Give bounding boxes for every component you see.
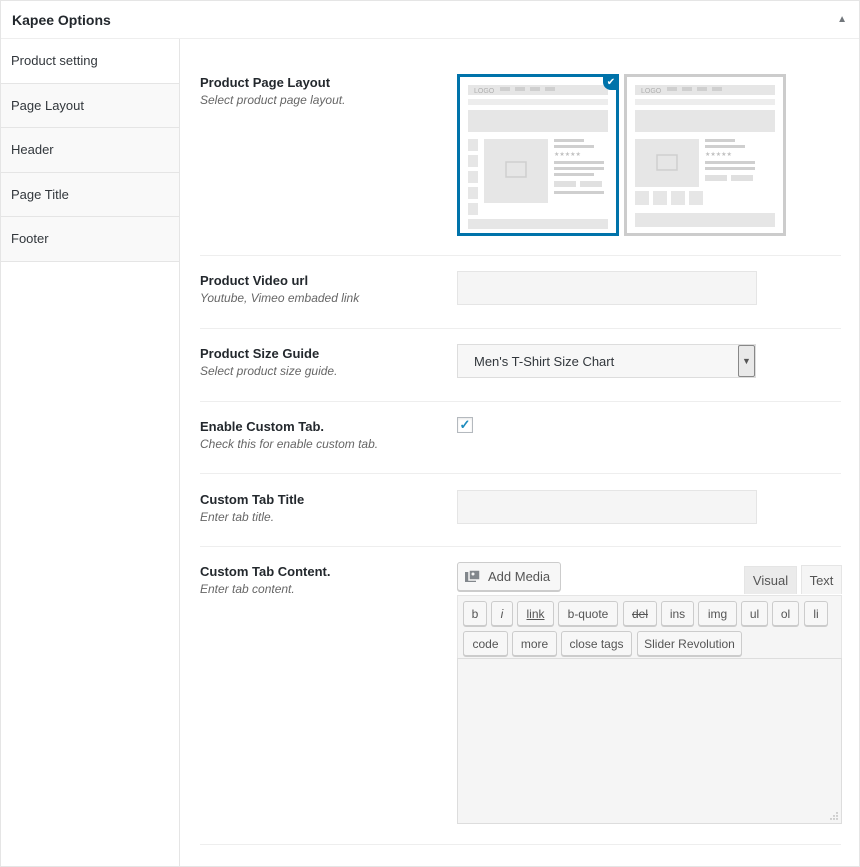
field-label: Product Size Guide: [200, 346, 320, 361]
sidebar-item-page-title[interactable]: Page Title: [1, 172, 179, 217]
add-media-label: Add Media: [488, 569, 551, 584]
qt-code-button[interactable]: code: [463, 631, 508, 656]
sidebar-item-label: Footer: [11, 231, 49, 247]
triangle-up-icon[interactable]: ▲: [837, 14, 847, 25]
field-label-group: Custom Tab Title Enter tab title.: [200, 492, 304, 524]
field-label: Product Video url: [200, 273, 309, 288]
layout-option-2[interactable]: LOGO ★★★★★: [624, 74, 786, 236]
tab-title-input[interactable]: [457, 490, 757, 524]
qt-more-button[interactable]: more: [512, 631, 557, 656]
enable-custom-tab-checkbox[interactable]: ✓: [457, 417, 473, 433]
field-row-tab-title: Custom Tab Title Enter tab title.: [200, 474, 841, 547]
field-row-size-guide: Product Size Guide Select product size g…: [200, 329, 841, 402]
size-guide-select[interactable]: Men's T-Shirt Size Chart ▼: [457, 344, 756, 378]
options-content: Product Page Layout Select product page …: [200, 39, 842, 845]
tab-content-editor: Add Media Visual Text b i link b-quote d…: [457, 562, 842, 832]
svg-text:★★★★★: ★★★★★: [705, 151, 732, 158]
checkmark-icon: ✔: [603, 74, 619, 90]
tab-visual[interactable]: Visual: [744, 566, 797, 594]
field-description: Youtube, Vimeo embaded link: [200, 291, 360, 305]
qt-bold-button[interactable]: b: [463, 601, 487, 626]
qt-italic-button[interactable]: i: [491, 601, 513, 626]
checkmark-icon: ✓: [459, 417, 471, 432]
metabox-title: Kapee Options: [12, 11, 111, 28]
sidebar-item-footer[interactable]: Footer: [1, 217, 179, 262]
qt-li-button[interactable]: li: [804, 601, 828, 626]
chevron-down-icon[interactable]: ▼: [738, 345, 755, 377]
qt-close-tags-button[interactable]: close tags: [561, 631, 632, 656]
field-label: Enable Custom Tab.: [200, 419, 324, 434]
field-row-custom-tab: Enable Custom Tab. Check this for enable…: [200, 402, 841, 474]
field-row-layout: Product Page Layout Select product page …: [200, 39, 841, 256]
qt-del-button[interactable]: del: [623, 601, 657, 626]
field-description: Select product page layout.: [200, 93, 346, 107]
field-label: Custom Tab Content.: [200, 564, 331, 579]
field-description: Enter tab title.: [200, 510, 275, 524]
field-row-video: Product Video url Youtube, Vimeo embaded…: [200, 256, 841, 329]
sidebar-item-label: Page Layout: [11, 97, 85, 113]
field-label-group: Custom Tab Content. Enter tab content.: [200, 564, 330, 596]
field-description: Check this for enable custom tab.: [200, 437, 379, 451]
qt-ol-button[interactable]: ol: [772, 601, 799, 626]
layout-thumbnail-2: LOGO ★★★★★: [635, 85, 775, 227]
field-label: Product Page Layout: [200, 75, 331, 90]
qt-slider-revolution-button[interactable]: Slider Revolution: [637, 631, 742, 656]
field-row-tab-content: Custom Tab Content. Enter tab content. A…: [200, 547, 842, 845]
sidebar-item-product-setting[interactable]: Product setting: [1, 39, 179, 84]
qt-link-button[interactable]: link: [517, 601, 554, 626]
sidebar-item-label: Page Title: [11, 186, 69, 202]
options-sidebar: Product setting Page Layout Header Page …: [1, 39, 180, 866]
media-icon: [464, 568, 482, 585]
logo-text: LOGO: [641, 88, 662, 95]
resize-grip-icon[interactable]: [830, 812, 838, 820]
kapee-options-metabox: Kapee Options ▲ Product setting Page Lay…: [0, 0, 860, 867]
add-media-button[interactable]: Add Media: [457, 562, 561, 591]
field-label-group: Product Video url Youtube, Vimeo embaded…: [200, 273, 359, 305]
sidebar-item-page-layout[interactable]: Page Layout: [1, 83, 179, 128]
video-url-input[interactable]: [457, 271, 757, 305]
qt-ul-button[interactable]: ul: [741, 601, 768, 626]
tab-content-textarea[interactable]: [457, 658, 842, 824]
field-description: Enter tab content.: [200, 582, 295, 596]
field-label-group: Product Page Layout Select product page …: [200, 75, 345, 107]
qt-img-button[interactable]: img: [698, 601, 737, 626]
field-label-group: Enable Custom Tab. Check this for enable…: [200, 419, 378, 451]
field-label-group: Product Size Guide Select product size g…: [200, 346, 337, 378]
size-guide-selected-value: Men's T-Shirt Size Chart: [474, 353, 615, 369]
svg-text:★★★★★: ★★★★★: [554, 151, 581, 158]
sidebar-item-label: Header: [11, 142, 54, 158]
qt-ins-button[interactable]: ins: [661, 601, 694, 626]
layout-option-1[interactable]: LOGO ★★★★★ ✔: [457, 74, 619, 236]
sidebar-item-label: Product setting: [11, 53, 98, 69]
logo-text: LOGO: [474, 88, 495, 95]
field-label: Custom Tab Title: [200, 492, 305, 507]
qt-bquote-button[interactable]: b-quote: [558, 601, 618, 626]
field-description: Select product size guide.: [200, 364, 338, 378]
metabox-header[interactable]: Kapee Options ▲: [1, 1, 859, 39]
quicktags-toolbar: b i link b-quote del ins img ul ol li co…: [457, 595, 842, 658]
layout-thumbnail-1: LOGO ★★★★★: [468, 85, 608, 229]
tab-text[interactable]: Text: [801, 565, 842, 594]
sidebar-item-header[interactable]: Header: [1, 128, 179, 173]
